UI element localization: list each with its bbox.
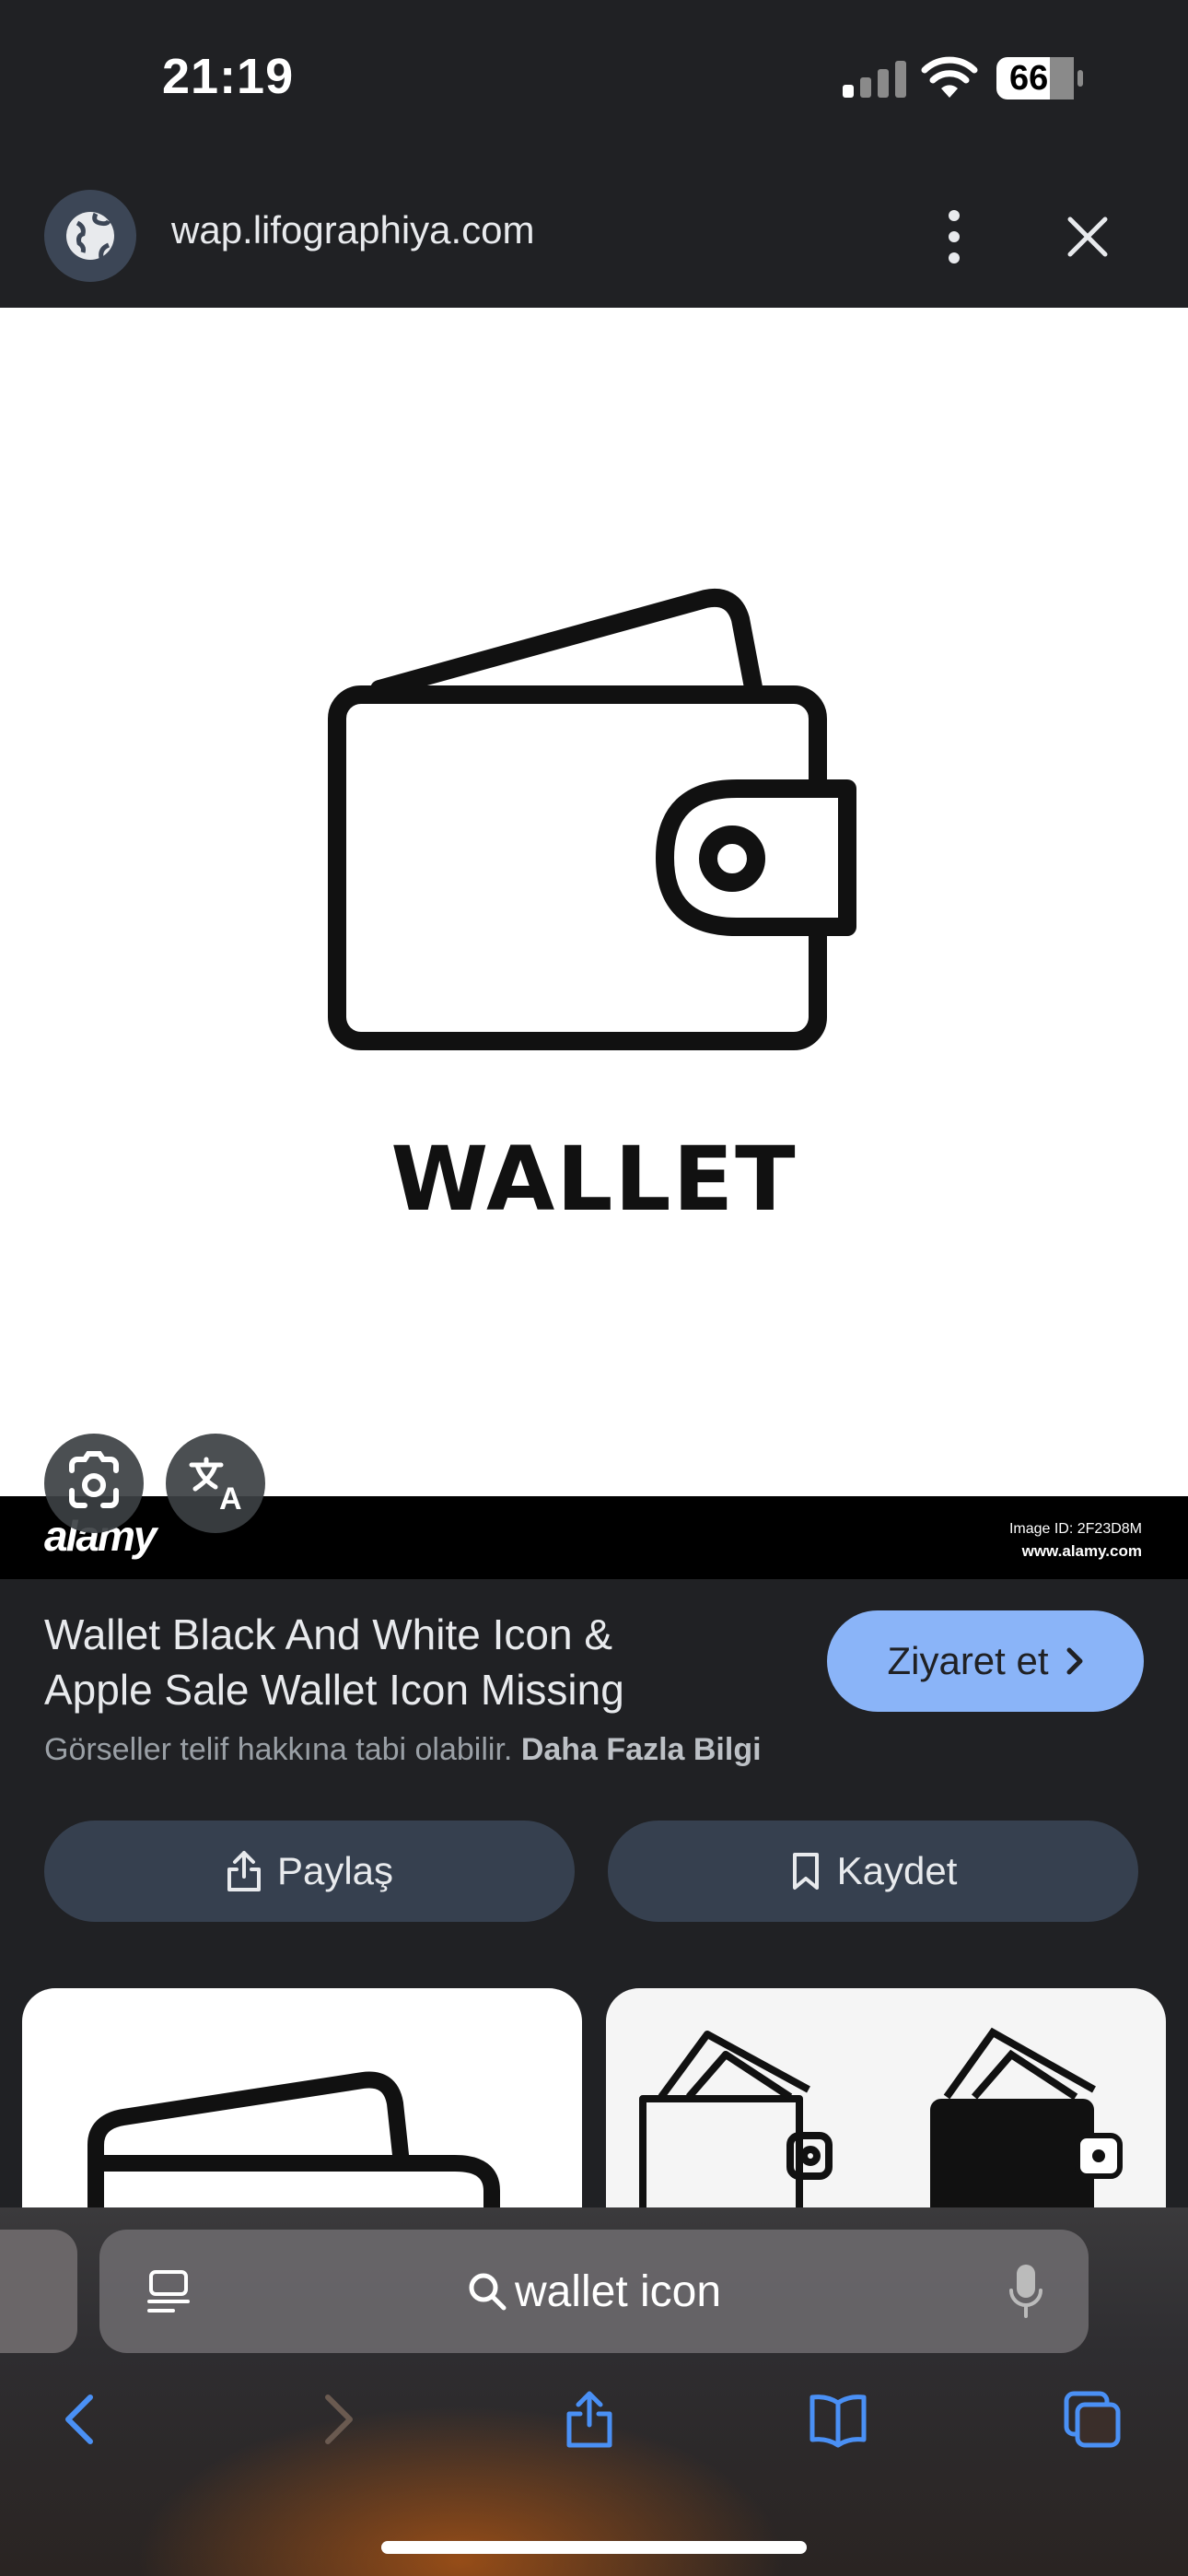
- toolbar-backdrop: [0, 2322, 1188, 2576]
- more-vert-icon[interactable]: [936, 206, 973, 267]
- copyright-text: Görseller telif hakkına tabi olabilir.: [44, 1732, 513, 1767]
- url-text[interactable]: wap.lifographiya.com: [171, 208, 535, 252]
- close-icon[interactable]: [1065, 214, 1111, 260]
- share-icon: [227, 1851, 261, 1891]
- related-result-2[interactable]: [606, 1988, 1166, 2209]
- battery-icon: 66: [996, 55, 1085, 101]
- search-query: wallet icon: [514, 2266, 722, 2316]
- lens-button[interactable]: [44, 1434, 144, 1533]
- visit-button[interactable]: Ziyaret et: [827, 1610, 1144, 1712]
- copyright-notice: Görseller telif hakkına tabi olabilir. D…: [44, 1732, 762, 1768]
- share-button[interactable]: Paylaş: [44, 1821, 575, 1922]
- title-line-1: Wallet Black And White Icon &: [44, 1610, 613, 1658]
- wallet-caption: WALLET: [390, 1128, 798, 1231]
- microphone-icon[interactable]: [1007, 2263, 1044, 2320]
- book-icon[interactable]: [809, 2390, 868, 2449]
- learn-more-link[interactable]: Daha Fazla Bilgi: [521, 1732, 762, 1767]
- signal-icon: [843, 61, 906, 98]
- watermark-site: www.alamy.com: [1021, 1542, 1142, 1560]
- share-label: Paylaş: [276, 1849, 394, 1892]
- share-icon[interactable]: [560, 2390, 619, 2449]
- battery-level: 66: [1009, 59, 1049, 98]
- image-id: Image ID: 2F23D8M: [1008, 1521, 1142, 1537]
- tabs-icon[interactable]: [1063, 2390, 1122, 2449]
- save-button[interactable]: Kaydet: [608, 1821, 1138, 1922]
- save-label: Kaydet: [836, 1849, 958, 1892]
- translate-icon: A: [189, 1457, 242, 1516]
- svg-text:A: A: [219, 1481, 242, 1516]
- wallet-thumbnail: [87, 2071, 500, 2209]
- back-icon[interactable]: [52, 2390, 111, 2449]
- visit-label: Ziyaret et: [887, 1639, 1049, 1682]
- status-time: 21:19: [162, 49, 295, 104]
- image-preview[interactable]: WALLET: [0, 308, 1188, 1496]
- search-icon: [469, 2273, 507, 2311]
- watermark-meta: Image ID: 2F23D8M www.alamy.com: [1009, 1518, 1142, 1563]
- lens-icon: [69, 1451, 119, 1508]
- chevron-right-icon: [1066, 1647, 1083, 1675]
- translate-button[interactable]: A: [166, 1434, 265, 1533]
- related-result-1[interactable]: [22, 1988, 582, 2209]
- globe-icon: [66, 212, 114, 260]
- wallet-icon: [328, 589, 856, 1050]
- bookmark-icon: [792, 1853, 819, 1890]
- title-line-2: Apple Sale Wallet Icon Missing: [44, 1666, 624, 1714]
- wallet-money-thumbnail: [639, 2027, 1123, 2209]
- site-info-button[interactable]: [44, 190, 136, 282]
- wifi-icon: [921, 56, 978, 98]
- image-title[interactable]: Wallet Black And White Icon & Apple Sale…: [44, 1607, 799, 1717]
- forward-icon[interactable]: [308, 2390, 367, 2449]
- home-indicator[interactable]: [381, 2541, 807, 2554]
